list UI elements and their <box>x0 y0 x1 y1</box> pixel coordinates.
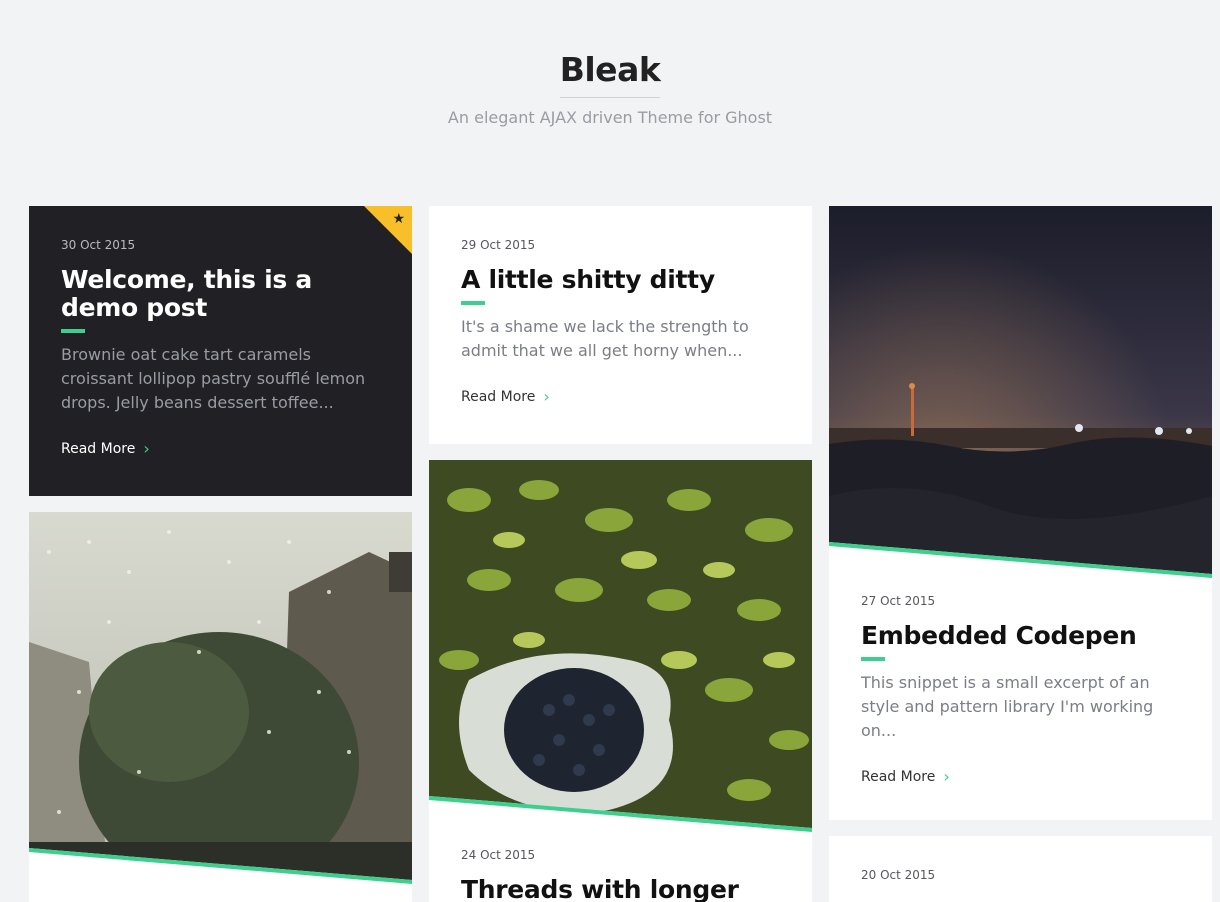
read-more-label: Read More <box>861 769 936 785</box>
image-slant-edge <box>429 796 812 836</box>
title-accent-rule <box>461 301 485 305</box>
post-title[interactable]: Embedded Codepen <box>861 622 1180 650</box>
image-slant-edge <box>829 542 1212 582</box>
read-more-link[interactable]: Read More › <box>461 387 550 406</box>
site-header: Bleak An elegant AJAX driven Theme for G… <box>0 50 1220 127</box>
post-date: 27 Oct 2015 <box>861 594 936 608</box>
post-card[interactable] <box>29 512 412 902</box>
chevron-right-icon: › <box>543 387 550 406</box>
post-card[interactable]: 29 Oct 2015 A little shitty ditty It's a… <box>429 206 812 444</box>
post-date: 20 Oct 2015 <box>861 868 936 882</box>
read-more-label: Read More <box>61 441 136 457</box>
post-card-featured[interactable]: ★ 30 Oct 2015 Welcome, this is a demo po… <box>29 206 412 496</box>
night-city-image <box>829 206 1212 582</box>
chevron-right-icon: › <box>143 439 150 458</box>
site-title[interactable]: Bleak <box>559 50 661 98</box>
post-title[interactable]: Welcome, this is a demo post <box>61 266 380 322</box>
chevron-right-icon: › <box>943 767 950 786</box>
post-excerpt: This snippet is a small excerpt of an st… <box>861 673 1154 740</box>
site-description: An elegant AJAX driven Theme for Ghost <box>447 108 773 127</box>
blueberries-image <box>429 460 812 836</box>
post-date: 29 Oct 2015 <box>461 238 536 252</box>
star-icon: ★ <box>392 211 405 227</box>
read-more-link[interactable]: Read More › <box>861 767 950 786</box>
post-title[interactable]: Threads with longer <box>461 876 780 902</box>
post-date: 30 Oct 2015 <box>61 238 136 252</box>
read-more-link[interactable]: Read More › <box>61 439 150 458</box>
post-date: 24 Oct 2015 <box>461 848 536 862</box>
rainy-window-image <box>29 512 412 888</box>
image-slant-edge <box>29 848 412 888</box>
post-card[interactable]: 20 Oct 2015 <box>829 836 1212 902</box>
post-excerpt: Brownie oat cake tart caramels croissant… <box>61 345 366 412</box>
post-card[interactable]: 24 Oct 2015 Threads with longer <box>429 460 812 902</box>
page: Bleak An elegant AJAX driven Theme for G… <box>0 0 1220 902</box>
post-title[interactable]: A little shitty ditty <box>461 266 780 294</box>
title-accent-rule <box>61 329 85 333</box>
post-image-rainy-window[interactable] <box>29 512 412 888</box>
post-image-night-city[interactable] <box>829 206 1212 582</box>
title-accent-rule <box>861 657 885 661</box>
post-excerpt: It's a shame we lack the strength to adm… <box>461 317 749 360</box>
post-card[interactable]: 27 Oct 2015 Embedded Codepen This snippe… <box>829 206 1212 820</box>
read-more-label: Read More <box>461 389 536 405</box>
post-image-blueberries[interactable] <box>429 460 812 836</box>
